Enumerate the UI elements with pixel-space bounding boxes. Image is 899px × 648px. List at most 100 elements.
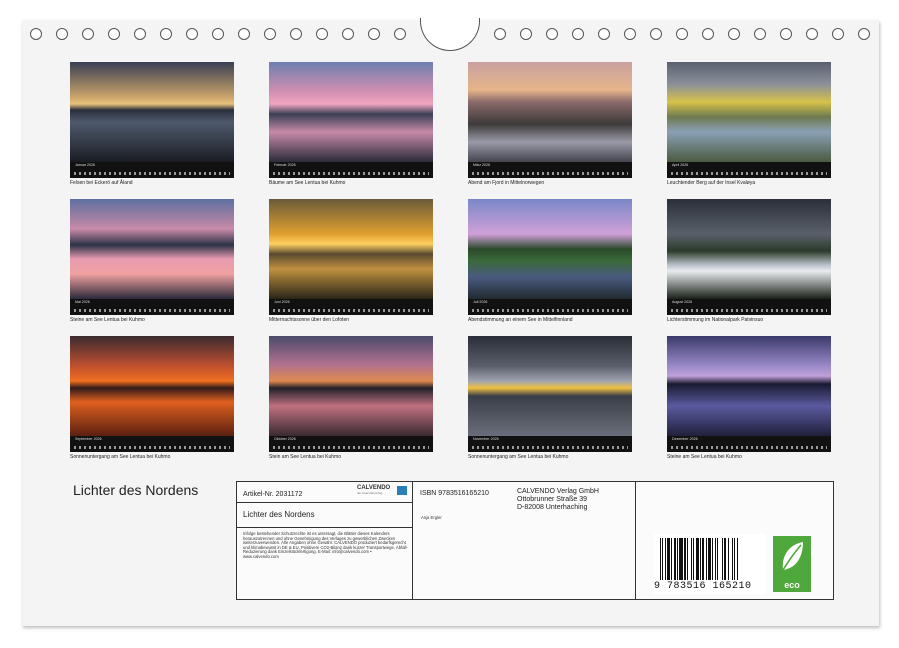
- calvendo-flag-icon: [397, 486, 407, 495]
- month-calendar-strip: September 2026: [70, 436, 234, 452]
- publisher-address: CALVENDO Verlag GmbH Ottobrunner Straße …: [517, 488, 599, 512]
- photo-caption: Lichterstimmung im Nationalpark Patvinsu…: [667, 317, 764, 323]
- month-tile: Juli 2026 Abendstimmung an einem See in M…: [468, 199, 632, 323]
- day-grid: [74, 172, 230, 175]
- month-photo: [269, 336, 433, 436]
- binding-hole: [368, 28, 380, 40]
- info-column-middle: ISBN 9783516165210 CALVENDO Verlag GmbH …: [413, 482, 636, 599]
- binding-hole: [290, 28, 302, 40]
- barcode-bars: [660, 538, 738, 580]
- month-photo: [70, 62, 234, 162]
- month-calendar-strip: August 2026: [667, 299, 831, 315]
- isbn: ISBN 9783516165210: [420, 490, 489, 497]
- month-label: April 2026: [672, 163, 689, 167]
- binding-hole: [82, 28, 94, 40]
- month-label: Oktober 2026: [274, 437, 296, 441]
- month-photo: [667, 62, 831, 162]
- month-calendar-strip: April 2026: [667, 162, 831, 178]
- month-tile: Mai 2026 Steine am See Lentua bei Kuhmo: [70, 199, 234, 323]
- month-tile: November 2026 Sonnenuntergang am See Lent…: [468, 336, 632, 460]
- month-label: Juni 2026: [274, 300, 290, 304]
- binding-hole: [858, 28, 870, 40]
- product-info-box: Artikel-Nr. 2031172 CALVENDO der Kalende…: [236, 481, 834, 600]
- month-label: August 2026: [672, 300, 693, 304]
- binding-hole: [108, 28, 120, 40]
- month-tile: Oktober 2026 Stein am See Lentua bei Kuhm…: [269, 336, 433, 460]
- binding-hole: [56, 28, 68, 40]
- binding-hole: [754, 28, 766, 40]
- binding-hole: [212, 28, 224, 40]
- binding-hole: [728, 28, 740, 40]
- month-label: Juli 2026: [473, 300, 488, 304]
- author-name: Anja Ergler: [421, 515, 442, 520]
- binding-hole: [342, 28, 354, 40]
- photo-caption: Sonnenuntergang am See Lentua bei Kuhmo: [70, 454, 171, 460]
- photo-caption: Felsen bei Eckerö auf Åland: [70, 180, 133, 186]
- binding-hole: [316, 28, 328, 40]
- photo-caption: Leuchtender Berg auf der Insel Kvaløya: [667, 180, 756, 186]
- binding-hole: [494, 28, 506, 40]
- month-label: Januar 2026: [75, 163, 95, 167]
- divider: [237, 527, 412, 528]
- month-calendar-strip: Mai 2026: [70, 299, 234, 315]
- publisher-street: Ottobrunner Straße 39: [517, 496, 588, 503]
- month-label: Mai 2026: [75, 300, 90, 304]
- eco-badge: eco: [773, 536, 811, 592]
- month-calendar-strip: März 2026: [468, 162, 632, 178]
- day-grid: [273, 309, 429, 312]
- month-calendar-strip: Januar 2026: [70, 162, 234, 178]
- barcode: 9 783516 165210: [654, 534, 766, 594]
- info-column-right: 9 783516 165210 eco: [636, 482, 833, 599]
- binding-hole: [394, 28, 406, 40]
- publisher-city: D-82008 Unterhaching: [517, 504, 588, 511]
- month-calendar-strip: Oktober 2026: [269, 436, 433, 452]
- month-tile: April 2026 Leuchtender Berg auf der Insel…: [667, 62, 831, 186]
- month-photo: [667, 199, 831, 299]
- month-calendar-strip: Juli 2026: [468, 299, 632, 315]
- day-grid: [671, 446, 827, 449]
- calendar-title: Lichter des Nordens: [73, 482, 199, 498]
- month-photo: [269, 62, 433, 162]
- day-grid: [273, 446, 429, 449]
- publisher-name: CALVENDO Verlag GmbH: [517, 488, 599, 495]
- month-tile: Dezember 2026 Steine am See Lentua bei Ku…: [667, 336, 831, 460]
- calvendo-logo: CALVENDO der Kalenderverlag: [357, 485, 407, 499]
- photo-caption: Abend am Fjord in Mittelnorwegen: [468, 180, 545, 186]
- month-photo: [70, 199, 234, 299]
- month-calendar-strip: Juni 2026: [269, 299, 433, 315]
- photo-caption: Stein am See Lentua bei Kuhmo: [269, 454, 341, 460]
- photo-caption: Steine am See Lentua bei Kuhmo: [70, 317, 145, 323]
- month-tile: September 2026 Sonnenuntergang am See Len…: [70, 336, 234, 460]
- month-label: Dezember 2026: [672, 437, 698, 441]
- binding-hole: [780, 28, 792, 40]
- month-photo: [269, 199, 433, 299]
- binding-hole: [832, 28, 844, 40]
- month-tile: August 2026 Lichterstimmung im Nationalpa…: [667, 199, 831, 323]
- day-grid: [273, 172, 429, 175]
- month-photo: [468, 199, 632, 299]
- month-photo: [468, 62, 632, 162]
- leaf-icon: [782, 542, 803, 571]
- binding-hole: [676, 28, 688, 40]
- photo-caption: Abendstimmung an einem See in Mittelfinn…: [468, 317, 573, 323]
- day-grid: [472, 172, 628, 175]
- month-label: März 2026: [473, 163, 490, 167]
- photo-caption: Steine am See Lentua bei Kuhmo: [667, 454, 742, 460]
- legal-notice: Infolge bestehender Schutzrechte ist es …: [243, 531, 408, 559]
- month-tile: Januar 2026 Felsen bei Eckerö auf Åland: [70, 62, 234, 186]
- info-column-left: Artikel-Nr. 2031172 CALVENDO der Kalende…: [237, 482, 413, 599]
- photo-caption: Mitternachtssonne über den Lofoten: [269, 317, 350, 323]
- binding-hole: [238, 28, 250, 40]
- binding-hole: [134, 28, 146, 40]
- binding-hole: [160, 28, 172, 40]
- binding-hole: [30, 28, 42, 40]
- day-grid: [74, 309, 230, 312]
- article-number: Artikel-Nr. 2031172: [243, 491, 303, 498]
- month-photo: [70, 336, 234, 436]
- day-grid: [671, 309, 827, 312]
- barcode-number: 9 783516 165210: [654, 581, 752, 592]
- eco-label: eco: [784, 580, 800, 590]
- month-calendar-strip: Dezember 2026: [667, 436, 831, 452]
- binding-hole: [702, 28, 714, 40]
- product-title: Lichter des Nordens: [243, 510, 315, 519]
